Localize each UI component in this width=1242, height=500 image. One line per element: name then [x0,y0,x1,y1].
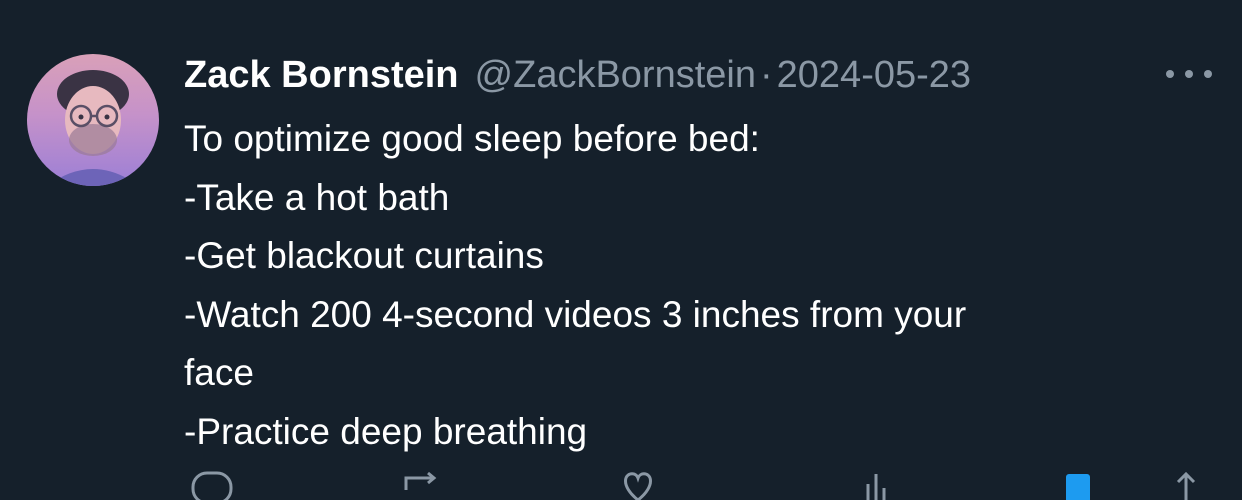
share-icon[interactable] [1164,470,1208,500]
tweet-header: Zack Bornstein @ZackBornstein · 2024-05-… [184,52,971,98]
more-dot [1185,70,1193,78]
header-separator: · [760,53,773,96]
tweet-line: face [184,352,254,393]
views-icon[interactable] [854,470,898,500]
tweet-line: To optimize good sleep before bed: [184,118,760,159]
retweet-icon[interactable] [400,470,444,500]
more-dot [1166,70,1174,78]
more-dot [1204,70,1212,78]
avatar[interactable] [27,54,159,186]
reply-icon[interactable] [190,470,234,500]
user-handle[interactable]: @ZackBornstein [475,54,756,97]
tweet-line: -Take a hot bath [184,176,450,218]
like-icon[interactable] [616,470,660,500]
tweet-line: -Get blackout curtains [184,235,544,276]
tweet-line: -Practice deep breathing [184,410,588,452]
tweet-card[interactable]: Zack Bornstein @ZackBornstein · 2024-05-… [0,0,1242,500]
tweet-date[interactable]: 2024-05-23 [777,54,971,97]
display-name[interactable]: Zack Bornstein [184,54,459,97]
tweet-text: To optimize good sleep before bed: -Take… [184,110,1214,461]
avatar-portrait [47,70,139,186]
bookmark-icon[interactable] [1056,470,1100,500]
tweet-line: -Watch 200 4-second videos 3 inches from… [184,293,967,335]
more-options-icon[interactable] [1166,63,1212,85]
tweet-action-bar [184,470,1214,500]
